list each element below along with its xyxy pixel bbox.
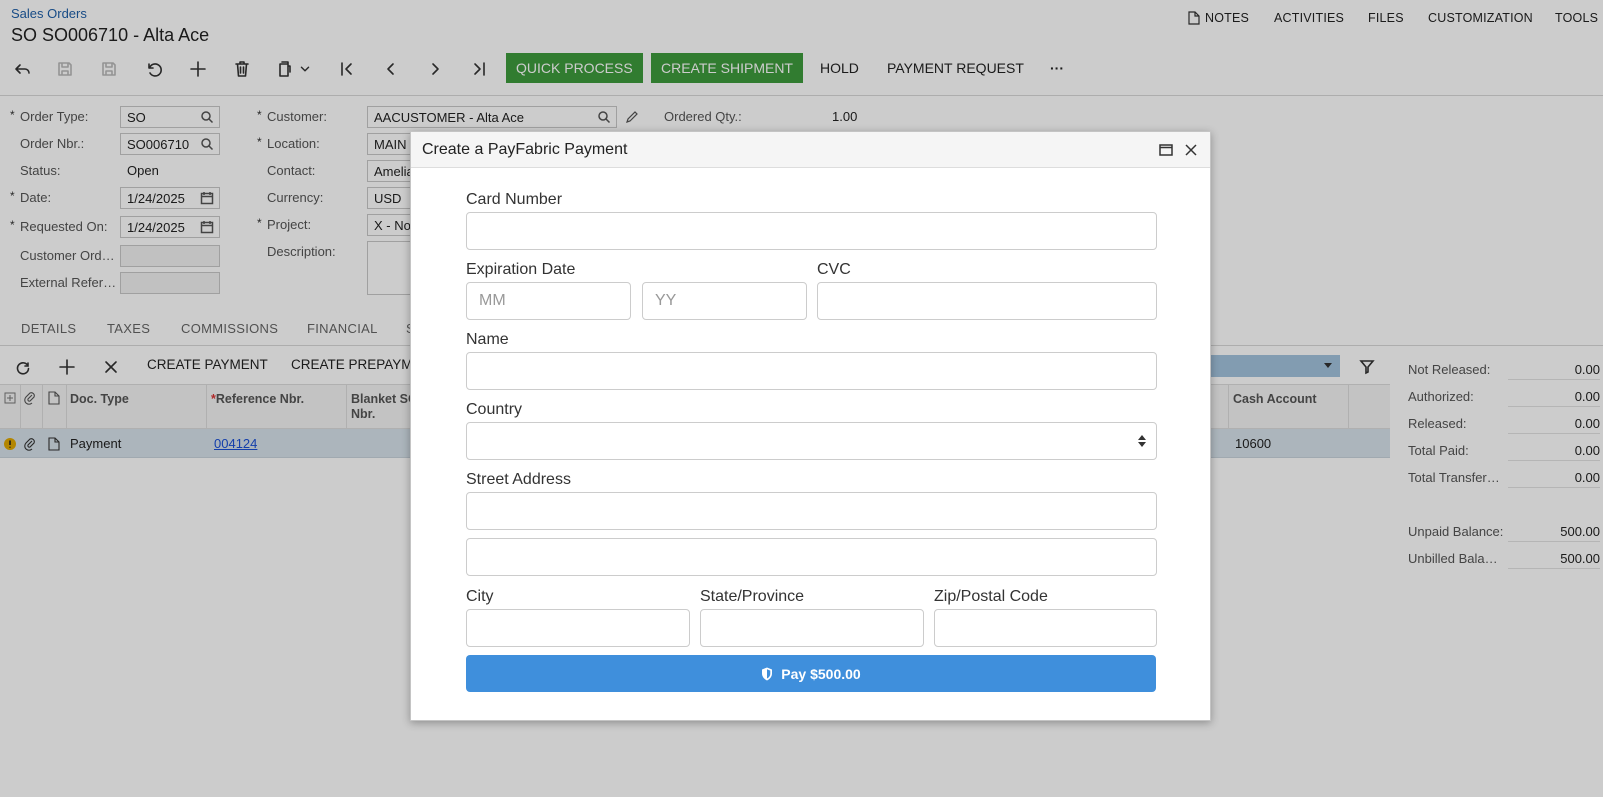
street-address-line1-input[interactable] xyxy=(466,492,1157,530)
card-number-input[interactable] xyxy=(466,212,1157,250)
expiration-month-input[interactable] xyxy=(466,282,631,320)
cvc-input[interactable] xyxy=(817,282,1157,320)
dialog-header: Create a PayFabric Payment xyxy=(411,132,1210,168)
city-input[interactable] xyxy=(466,609,690,647)
state-province-input[interactable] xyxy=(700,609,924,647)
city-label: City xyxy=(466,588,494,605)
country-select[interactable] xyxy=(466,422,1157,460)
dialog-title: Create a PayFabric Payment xyxy=(422,141,628,158)
name-input[interactable] xyxy=(466,352,1157,390)
shield-icon xyxy=(762,667,773,680)
close-icon xyxy=(1185,144,1197,156)
sort-arrows-icon xyxy=(1138,435,1146,447)
close-dialog-button[interactable] xyxy=(1183,142,1199,158)
street-address-label: Street Address xyxy=(466,471,571,488)
expiration-year-input[interactable] xyxy=(642,282,807,320)
zip-postal-code-label: Zip/Postal Code xyxy=(934,588,1048,605)
maximize-button[interactable] xyxy=(1158,142,1174,158)
expiration-date-label: Expiration Date xyxy=(466,261,576,278)
payfabric-payment-dialog: Create a PayFabric Payment Card Number E… xyxy=(410,131,1211,721)
state-province-label: State/Province xyxy=(700,588,805,605)
card-number-label: Card Number xyxy=(466,191,563,208)
zip-postal-code-input[interactable] xyxy=(934,609,1157,647)
name-label: Name xyxy=(466,331,509,348)
pay-button[interactable]: Pay $500.00 xyxy=(466,655,1156,692)
street-address-line2-input[interactable] xyxy=(466,538,1157,576)
pay-button-label: Pay $500.00 xyxy=(781,665,861,682)
maximize-icon xyxy=(1159,144,1173,156)
cvc-label: CVC xyxy=(817,261,851,278)
country-label: Country xyxy=(466,401,523,418)
